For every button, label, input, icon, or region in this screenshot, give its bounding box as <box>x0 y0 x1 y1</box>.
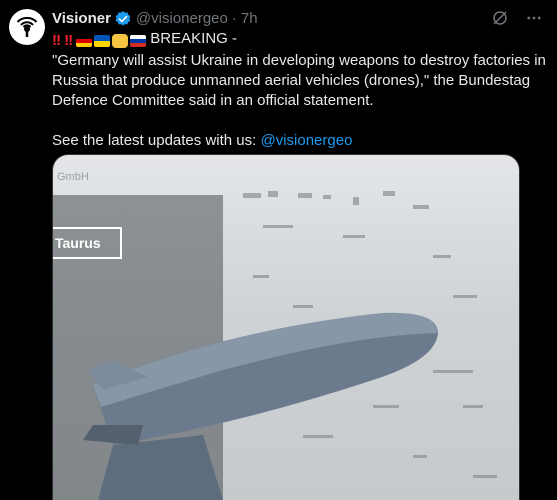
missile-scene-graphic <box>53 191 497 500</box>
separator-dot: · <box>231 10 237 27</box>
body-line-1: "Germany will assist Ukraine in developi… <box>52 52 546 69</box>
double-exclamation-icon: ‼ <box>64 32 73 49</box>
russia-flag-icon <box>130 35 147 47</box>
body-line-3: Defence Committee said in an official st… <box>52 92 374 109</box>
author-avatar[interactable] <box>9 9 45 45</box>
tweet-text: ‼ ‼ BREAKING - "Germany will assist Ukra… <box>52 29 547 151</box>
emoji-row: ‼ ‼ <box>52 31 147 51</box>
germany-flag-icon <box>76 35 93 47</box>
video-watermark: GmbH <box>57 171 89 183</box>
breaking-line: ‼ ‼ BREAKING - <box>52 29 547 51</box>
broadcast-logo-icon <box>16 16 38 37</box>
breaking-label: BREAKING - <box>150 30 237 47</box>
fist-bump-icon <box>112 34 129 48</box>
grok-icon[interactable] <box>491 9 509 27</box>
updates-line: See the latest updates with us: @visione… <box>52 131 547 151</box>
header-actions <box>491 9 543 27</box>
verified-badge-icon <box>114 10 132 28</box>
author-name[interactable]: Visioner <box>52 9 111 29</box>
author-handle[interactable]: @visionergeo <box>136 9 228 29</box>
double-exclamation-icon: ‼ <box>52 32 61 49</box>
more-options-icon[interactable] <box>525 9 543 27</box>
body-line-2: Russia that produce unmanned aerial vehi… <box>52 72 531 89</box>
tweet-timestamp[interactable]: 7h <box>241 9 258 29</box>
tweet-header: Visioner @visionergeo · 7h <box>52 9 543 29</box>
updates-prefix: See the latest updates with us: <box>52 132 261 149</box>
mention-link[interactable]: @visionergeo <box>260 132 352 149</box>
ukraine-flag-icon <box>94 35 111 47</box>
tweet-video[interactable]: GmbH Taurus <box>52 154 520 500</box>
taurus-label: Taurus <box>53 227 122 259</box>
